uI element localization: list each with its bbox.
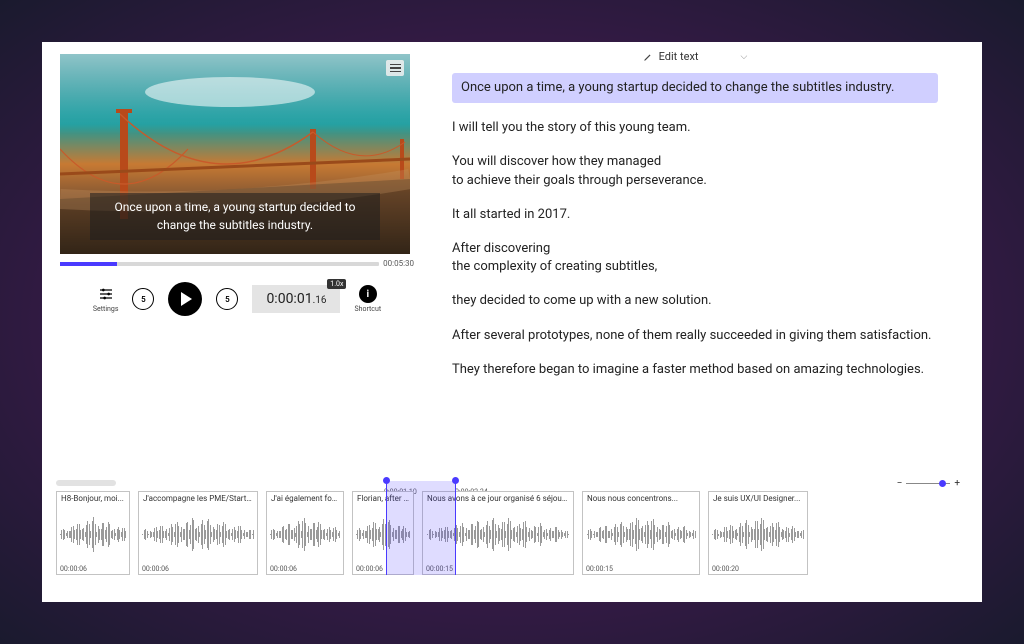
timeline-clip[interactable]: J'ai également fondé... 00:00:06: [266, 491, 344, 575]
caption-line-1: Once upon a time, a young startup decide…: [115, 200, 356, 214]
clip-end-time: 00:00:06: [139, 564, 257, 574]
timeline-clip[interactable]: Nous nous concentrons... 00:00:15: [582, 491, 700, 575]
waveform: [267, 505, 343, 564]
playhead-end-handle[interactable]: [452, 477, 459, 484]
playback-speed-badge[interactable]: 1.0x: [327, 279, 346, 289]
settings-control[interactable]: Settings: [93, 285, 119, 313]
clip-title: Nous nous concentrons...: [583, 492, 699, 505]
rewind-button[interactable]: 5: [132, 288, 154, 310]
transcript-line[interactable]: They therefore began to imagine a faster…: [452, 361, 938, 379]
clips-track[interactable]: H8-Bonjour, moi...00:00:06J'accompagne l…: [56, 491, 968, 575]
transcript-line[interactable]: You will discover how they managed to ac…: [452, 153, 938, 189]
hamburger-menu-icon[interactable]: [386, 60, 404, 76]
clip-title: Je suis UX/UI Designer...: [709, 492, 807, 505]
elapsed-main: 0:00:01: [266, 291, 312, 307]
playhead-selection[interactable]: [386, 481, 456, 575]
timeline-panel: 0:00:01.10 0:00:02.24 − + H8-Bonjour, mo…: [42, 472, 982, 602]
timeline-clip[interactable]: J'accompagne les PME/Startups dans... 00:…: [138, 491, 258, 575]
forward-seconds: 5: [225, 295, 230, 304]
pencil-icon: [643, 52, 653, 62]
clip-end-time: 00:00:06: [267, 564, 343, 574]
clip-title: J'ai également fondé...: [267, 492, 343, 505]
video-pane: Once upon a time, a young startup decide…: [42, 42, 432, 472]
settings-icon: [97, 285, 115, 303]
waveform: [139, 505, 257, 564]
transcript-line[interactable]: I will tell you the story of this young …: [452, 119, 938, 137]
video-progress-fill: [60, 262, 117, 266]
video-subtitle-overlay: Once upon a time, a young startup decide…: [90, 193, 380, 240]
chevron-down-icon: ⌵: [741, 52, 748, 62]
app-window: Once upon a time, a young startup decide…: [42, 42, 982, 602]
timeline-clip[interactable]: Je suis UX/UI Designer... 00:00:20: [708, 491, 808, 575]
waveform: [709, 505, 807, 564]
waveform: [57, 505, 129, 564]
video-progress-row: 00:05:30: [60, 259, 414, 268]
clip-title: J'accompagne les PME/Startups dans...: [139, 492, 257, 505]
elapsed-ms: .16: [313, 295, 327, 306]
zoom-control[interactable]: − +: [897, 478, 960, 489]
playhead-start-handle[interactable]: [383, 477, 390, 484]
play-button[interactable]: [168, 282, 202, 316]
forward-button[interactable]: 5: [216, 288, 238, 310]
clip-end-time: 00:00:15: [583, 564, 699, 574]
caption-line-2: change the subtitles industry.: [157, 218, 313, 232]
video-duration: 00:05:30: [383, 259, 414, 268]
transcript-pane: Edit text ⌵ Once upon a time, a young st…: [432, 42, 982, 472]
rewind-seconds: 5: [141, 295, 146, 304]
info-icon: i: [359, 285, 377, 303]
clip-end-time: 00:00:20: [709, 564, 807, 574]
zoom-handle[interactable]: [939, 480, 946, 487]
settings-label: Settings: [93, 305, 119, 313]
shortcut-control[interactable]: i Shortcut: [354, 285, 381, 313]
waveform: [583, 505, 699, 564]
transcript-list: Once upon a time, a young startup decide…: [452, 73, 938, 379]
transcript-line[interactable]: they decided to come up with a new solut…: [452, 292, 938, 310]
zoom-slider[interactable]: [906, 483, 950, 484]
clip-end-time: 00:00:06: [57, 564, 129, 574]
playback-controls: Settings 5 5 0:00:01.16 1.0x i Shortcut: [60, 282, 414, 316]
zoom-plus-icon[interactable]: +: [954, 478, 960, 489]
video-progress-bar[interactable]: [60, 262, 379, 266]
edit-text-label: Edit text: [659, 50, 699, 63]
timeline-clip[interactable]: H8-Bonjour, moi... 00:00:06: [56, 491, 130, 575]
elapsed-time-display[interactable]: 0:00:01.16 1.0x: [252, 285, 340, 313]
zoom-minus-icon[interactable]: −: [897, 478, 903, 489]
transcript-line[interactable]: Once upon a time, a young startup decide…: [452, 73, 938, 103]
clip-title: H8-Bonjour, moi...: [57, 492, 129, 505]
video-preview[interactable]: Once upon a time, a young startup decide…: [60, 54, 410, 254]
transcript-line[interactable]: After several prototypes, none of them r…: [452, 327, 938, 345]
edit-text-dropdown[interactable]: Edit text ⌵: [452, 50, 938, 63]
timeline-scrollbar[interactable]: [56, 480, 116, 486]
shortcut-label: Shortcut: [354, 305, 381, 313]
transcript-line[interactable]: After discovering the complexity of crea…: [452, 240, 938, 276]
transcript-line[interactable]: It all started in 2017.: [452, 206, 938, 224]
upper-panes: Once upon a time, a young startup decide…: [42, 42, 982, 472]
